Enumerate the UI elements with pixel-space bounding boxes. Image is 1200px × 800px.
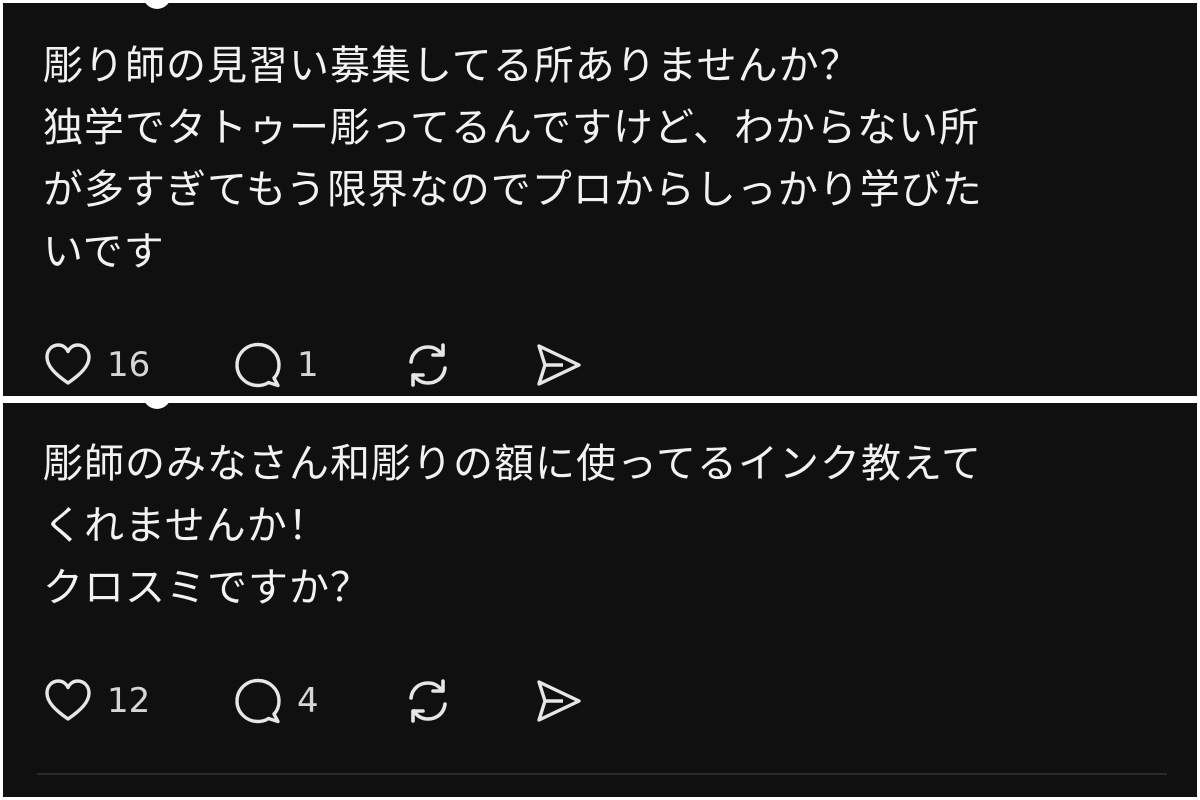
like-button[interactable]: 16 (43, 340, 233, 390)
like-button[interactable]: 12 (43, 676, 233, 726)
heart-icon (43, 676, 93, 726)
screenshot-notch (143, 403, 171, 409)
share-button[interactable] (533, 340, 583, 390)
comment-icon (233, 676, 283, 726)
reply-button[interactable]: 4 (233, 676, 403, 726)
repost-icon (403, 676, 453, 726)
repost-button[interactable] (403, 340, 533, 390)
share-button[interactable] (533, 676, 583, 726)
post-action-bar: 12 4 (43, 675, 583, 727)
reply-button[interactable]: 1 (233, 340, 403, 390)
reply-count: 1 (297, 345, 319, 385)
like-count: 12 (107, 681, 151, 721)
like-count: 16 (107, 345, 151, 385)
reply-count: 4 (297, 681, 319, 721)
post-text: 彫師のみなさん和彫りの額に使ってるインク教えて くれませんか！ クロスミですか？ (43, 441, 982, 611)
heart-icon (43, 340, 93, 390)
post-text: 彫り師の見習い募集してる所ありませんか？ 独学でタトゥー彫ってるんですけど、わか… (43, 43, 983, 275)
screenshot-notch (143, 3, 171, 9)
comment-icon (233, 340, 283, 390)
post-card: 彫り師の見習い募集してる所ありませんか？ 独学でタトゥー彫ってるんですけど、わか… (3, 3, 1197, 396)
repost-icon (403, 340, 453, 390)
send-icon (533, 340, 583, 390)
post-card: 彫師のみなさん和彫りの額に使ってるインク教えて くれませんか！ クロスミですか？… (3, 403, 1197, 797)
post-divider (37, 773, 1167, 775)
send-icon (533, 676, 583, 726)
post-action-bar: 16 1 (43, 339, 583, 391)
repost-button[interactable] (403, 676, 533, 726)
